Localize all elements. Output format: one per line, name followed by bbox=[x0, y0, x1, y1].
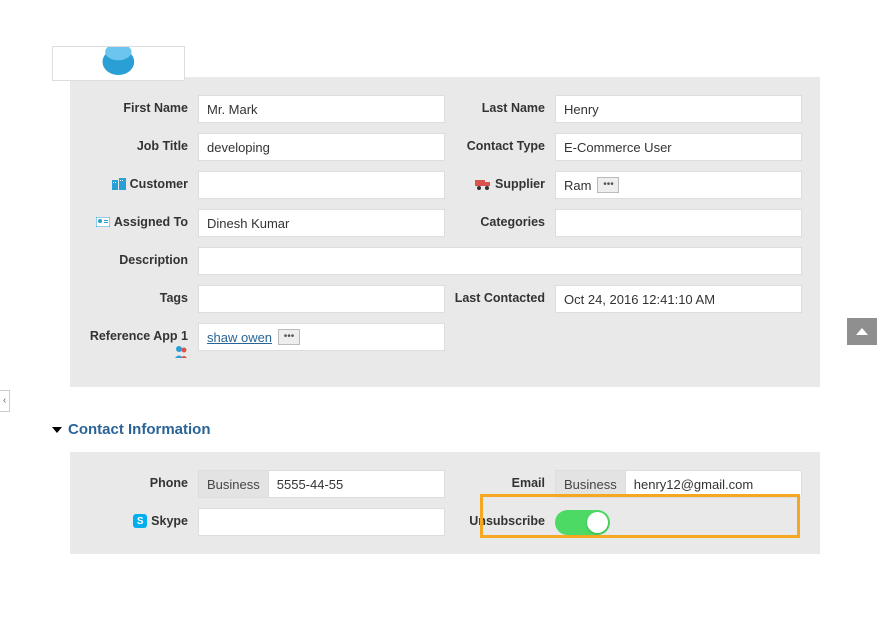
email-type-tag: Business bbox=[556, 471, 626, 497]
chevron-down-icon bbox=[52, 427, 62, 433]
skype-icon: S bbox=[133, 514, 147, 528]
field-skype[interactable] bbox=[198, 508, 445, 536]
email-value: henry12@gmail.com bbox=[626, 471, 761, 497]
field-last-contacted[interactable]: Oct 24, 2016 12:41:10 AM bbox=[555, 285, 802, 313]
id-card-icon bbox=[96, 217, 110, 227]
phone-type-tag: Business bbox=[199, 471, 269, 497]
label-unsubscribe: Unsubscribe bbox=[445, 508, 555, 528]
field-job-title[interactable]: developing bbox=[198, 133, 445, 161]
label-last-contacted: Last Contacted bbox=[445, 285, 555, 305]
field-customer[interactable] bbox=[198, 171, 445, 199]
field-reference-app-1[interactable]: shaw owen ••• bbox=[198, 323, 445, 351]
label-email: Email bbox=[445, 470, 555, 490]
label-last-name: Last Name bbox=[445, 95, 555, 115]
scroll-to-top-button[interactable] bbox=[847, 318, 877, 345]
label-contact-type: Contact Type bbox=[445, 133, 555, 153]
side-collapse-tab[interactable]: ‹ bbox=[0, 390, 10, 412]
field-unsubscribe bbox=[555, 508, 802, 536]
reference-app-more-button[interactable]: ••• bbox=[278, 329, 300, 345]
field-contact-type[interactable]: E-Commerce User bbox=[555, 133, 802, 161]
field-supplier[interactable]: Ram ••• bbox=[555, 171, 802, 199]
contact-information-title: Contact Information bbox=[68, 421, 211, 438]
field-first-name[interactable]: Mr. Mark bbox=[198, 95, 445, 123]
field-categories[interactable] bbox=[555, 209, 802, 237]
label-job-title: Job Title bbox=[88, 133, 198, 153]
avatar bbox=[52, 46, 185, 81]
field-tags[interactable] bbox=[198, 285, 445, 313]
unsubscribe-toggle[interactable] bbox=[555, 510, 610, 535]
field-assigned-to[interactable]: Dinesh Kumar bbox=[198, 209, 445, 237]
label-assigned-to: Assigned To bbox=[88, 209, 198, 229]
avatar-person-icon bbox=[53, 47, 184, 80]
contact-details-panel: First Name Mr. Mark Last Name Henry Job … bbox=[70, 77, 820, 387]
toggle-knob bbox=[587, 512, 608, 533]
people-icon bbox=[174, 345, 188, 359]
building-icon bbox=[112, 178, 126, 190]
label-supplier: Supplier bbox=[445, 171, 555, 191]
field-email[interactable]: Business henry12@gmail.com bbox=[555, 470, 802, 498]
contact-information-panel: Phone Business 5555-44-55 Email Business… bbox=[70, 452, 820, 554]
reference-app-link[interactable]: shaw owen bbox=[207, 330, 272, 345]
field-phone[interactable]: Business 5555-44-55 bbox=[198, 470, 445, 498]
label-first-name: First Name bbox=[88, 95, 198, 115]
truck-icon bbox=[475, 178, 491, 190]
label-description: Description bbox=[88, 247, 198, 267]
contact-information-header[interactable]: Contact Information bbox=[52, 421, 877, 438]
field-description[interactable] bbox=[198, 247, 802, 275]
label-categories: Categories bbox=[445, 209, 555, 229]
label-phone: Phone bbox=[88, 470, 198, 490]
phone-value: 5555-44-55 bbox=[269, 471, 352, 497]
arrow-up-icon bbox=[856, 328, 868, 335]
field-last-name[interactable]: Henry bbox=[555, 95, 802, 123]
label-skype: S Skype bbox=[88, 508, 198, 528]
supplier-more-button[interactable]: ••• bbox=[597, 177, 619, 193]
label-tags: Tags bbox=[88, 285, 198, 305]
label-customer: Customer bbox=[88, 171, 198, 191]
label-reference-app-1: Reference App 1 bbox=[88, 323, 198, 359]
